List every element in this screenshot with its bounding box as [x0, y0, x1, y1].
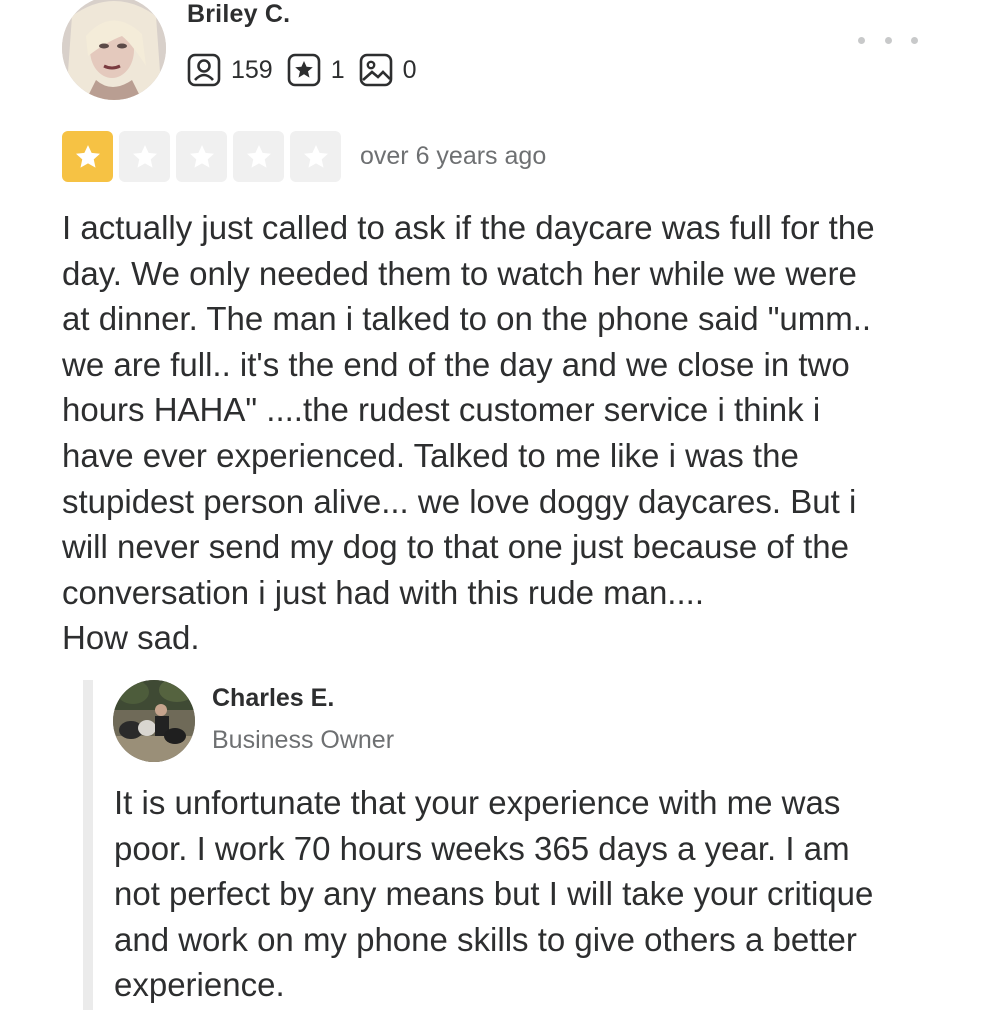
owner-name[interactable]: Charles E. [212, 684, 334, 713]
review-line: How sad. [62, 619, 200, 657]
star-icon [132, 144, 157, 168]
star-1 [62, 131, 113, 182]
reviewer-stats: 159 1 0 [187, 52, 431, 88]
reply-line: It is unfortunate that your experience w… [114, 784, 841, 821]
owner-reply-text: It is unfortunate that your experience w… [114, 780, 974, 1008]
menu-dot [911, 36, 918, 44]
reply-line: not perfect by any means but I will take… [114, 875, 874, 913]
reviews-star-icon [287, 53, 321, 87]
user-avatar-photo [62, 0, 166, 100]
review-line: hours HAHA" ....the rudest customer serv… [62, 391, 821, 429]
review-line: at dinner. The man i talked to on the ph… [62, 300, 872, 338]
review-line: will never send my dog to that one just … [62, 528, 849, 566]
star-icon [75, 144, 100, 168]
reviews-count: 1 [330, 55, 345, 84]
friends-count: 159 [231, 55, 273, 84]
review-line: we are full.. it's the end of the day an… [62, 345, 850, 383]
reviewer-name[interactable]: Briley C. [187, 0, 290, 29]
review-line: conversation i just had with this rude m… [62, 573, 704, 611]
photos-stat: 0 [359, 53, 417, 87]
reviewer-avatar[interactable] [62, 0, 166, 100]
review-line: I actually just called to ask if the day… [62, 209, 875, 246]
reply-divider-bar [83, 680, 93, 1010]
owner-avatar-photo [113, 680, 195, 762]
review-date: over 6 years ago [360, 142, 547, 170]
star-rating [62, 131, 341, 182]
star-4 [233, 131, 284, 182]
reply-line: experience. [114, 966, 285, 1004]
owner-role: Business Owner [212, 726, 395, 754]
star-icon [189, 144, 214, 168]
star-icon [303, 144, 328, 168]
star-icon [246, 144, 271, 168]
menu-dot [858, 36, 865, 44]
review-text: I actually just called to ask if the day… [62, 205, 962, 661]
owner-avatar[interactable] [113, 680, 195, 762]
star-2 [119, 131, 170, 182]
more-options-icon[interactable] [858, 30, 918, 50]
menu-dot [884, 36, 892, 44]
review-line: day. We only needed them to watch her wh… [62, 254, 857, 292]
photos-icon [359, 53, 392, 87]
photos-count: 0 [402, 55, 417, 84]
reviews-stat: 1 [287, 53, 345, 87]
reply-line: poor. I work 70 hours weeks 365 days a y… [114, 829, 850, 867]
star-5 [290, 131, 341, 182]
reply-line: and work on my phone skills to give othe… [114, 920, 857, 958]
friends-stat: 159 [187, 53, 273, 87]
star-3 [176, 131, 227, 182]
review-line: stupidest person alive... we love doggy … [62, 482, 857, 520]
friends-icon [187, 53, 221, 87]
review-line: have ever experienced. Talked to me like… [62, 436, 799, 474]
